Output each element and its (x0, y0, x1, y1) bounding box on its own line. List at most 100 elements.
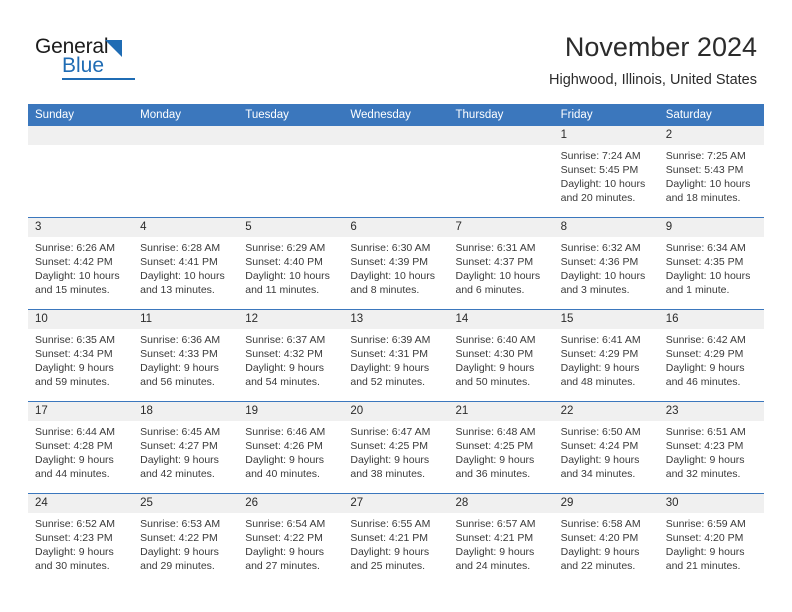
week-detail-band: Sunrise: 6:44 AM Sunset: 4:28 PM Daylight:… (28, 421, 764, 493)
day-cell[interactable]: Sunrise: 6:55 AM Sunset: 4:21 PM Daylight:… (343, 513, 448, 585)
day-number[interactable]: 17 (28, 402, 133, 421)
day-cell[interactable]: Sunrise: 6:42 AM Sunset: 4:29 PM Daylight:… (659, 329, 764, 401)
day-number[interactable]: 7 (449, 218, 554, 237)
day-cell[interactable]: Sunrise: 6:47 AM Sunset: 4:25 PM Daylight:… (343, 421, 448, 493)
day-info-line: Sunrise: 7:24 AM (560, 150, 641, 162)
day-number[interactable]: 27 (343, 494, 448, 513)
day-info-line: Sunset: 4:33 PM (140, 348, 218, 360)
day-info-line: and 1 minute. (665, 284, 730, 296)
day-number[interactable]: 3 (28, 218, 133, 237)
day-info-line: Daylight: 10 hours (455, 270, 541, 282)
weekday-header-tuesday: Tuesday (245, 109, 289, 121)
day-cell[interactable]: Sunrise: 6:58 AM Sunset: 4:20 PM Daylight:… (554, 513, 659, 585)
day-number[interactable]: 16 (659, 310, 764, 329)
day-cell[interactable]: Sunrise: 6:28 AM Sunset: 4:41 PM Daylight:… (133, 237, 238, 309)
day-info-line: Sunset: 4:36 PM (560, 256, 639, 268)
day-number[interactable]: 29 (554, 494, 659, 513)
weekday-header-row: Sunday Monday Tuesday Wednesday Thursday Frid… (28, 104, 764, 126)
logo-text-blue: Blue (62, 54, 105, 77)
day-info-line: and 38 minutes. (350, 468, 426, 480)
day-cell-empty (238, 145, 343, 217)
day-cell[interactable]: Sunrise: 6:39 AM Sunset: 4:31 PM Daylight:… (343, 329, 448, 401)
day-number[interactable]: 26 (238, 494, 343, 513)
day-cell[interactable]: Sunrise: 6:36 AM Sunset: 4:33 PM Daylight:… (133, 329, 238, 401)
day-cell[interactable]: Sunrise: 6:52 AM Sunset: 4:23 PM Daylight:… (28, 513, 133, 585)
day-number[interactable]: 18 (133, 402, 238, 421)
week-date-band: 12 (28, 126, 764, 145)
weekday-header-thursday: Thursday (455, 109, 504, 121)
day-info-line: and 46 minutes. (665, 376, 741, 388)
day-cell[interactable]: Sunrise: 6:57 AM Sunset: 4:21 PM Daylight:… (449, 513, 554, 585)
day-info-line: and 59 minutes. (35, 376, 110, 388)
day-cell[interactable]: Sunrise: 6:44 AM Sunset: 4:28 PM Daylight:… (28, 421, 133, 493)
day-info-line: Sunrise: 6:50 AM (560, 426, 641, 438)
day-cell[interactable]: Sunrise: 6:54 AM Sunset: 4:22 PM Daylight:… (238, 513, 343, 585)
day-info-line: Sunset: 4:26 PM (245, 440, 323, 452)
day-number[interactable]: 19 (238, 402, 343, 421)
day-info-line: Sunrise: 6:29 AM (245, 242, 326, 254)
day-info-line: Sunset: 4:37 PM (455, 256, 534, 268)
day-info-line: Sunrise: 6:46 AM (245, 426, 326, 438)
day-number[interactable]: 10 (28, 310, 133, 329)
day-info-line: Sunrise: 6:42 AM (665, 334, 746, 346)
day-cell[interactable]: Sunrise: 6:37 AM Sunset: 4:32 PM Daylight:… (238, 329, 343, 401)
day-info-line: Daylight: 9 hours (140, 454, 219, 466)
day-number[interactable]: 22 (554, 402, 659, 421)
day-info-line: Daylight: 10 hours (245, 270, 330, 282)
day-number[interactable]: 23 (659, 402, 764, 421)
day-cell[interactable]: Sunrise: 6:26 AM Sunset: 4:42 PM Daylight:… (28, 237, 133, 309)
day-cell[interactable]: Sunrise: 6:31 AM Sunset: 4:37 PM Daylight:… (449, 237, 554, 309)
day-info-line: Daylight: 9 hours (350, 362, 430, 374)
day-cell[interactable]: Sunrise: 6:29 AM Sunset: 4:40 PM Daylight:… (238, 237, 343, 309)
day-number[interactable]: 6 (343, 218, 448, 237)
day-number[interactable]: 13 (343, 310, 448, 329)
day-info-line: Daylight: 9 hours (35, 546, 114, 558)
day-info-line: Sunrise: 6:55 AM (350, 518, 431, 530)
day-number[interactable]: 2 (659, 126, 764, 145)
day-cell[interactable]: Sunrise: 6:53 AM Sunset: 4:22 PM Daylight:… (133, 513, 238, 585)
day-info-line: Sunset: 4:24 PM (560, 440, 639, 452)
day-cell[interactable]: Sunrise: 6:45 AM Sunset: 4:27 PM Daylight:… (133, 421, 238, 493)
day-cell[interactable]: Sunrise: 6:34 AM Sunset: 4:35 PM Daylight:… (659, 237, 764, 309)
day-number[interactable]: 8 (554, 218, 659, 237)
day-number[interactable]: 14 (449, 310, 554, 329)
day-cell[interactable]: Sunrise: 6:41 AM Sunset: 4:29 PM Daylight:… (554, 329, 659, 401)
day-number[interactable]: 20 (343, 402, 448, 421)
general-blue-logo[interactable]: General Blue (35, 36, 165, 80)
day-info-line: and 13 minutes. (140, 284, 215, 296)
day-cell[interactable]: Sunrise: 6:50 AM Sunset: 4:24 PM Daylight:… (554, 421, 659, 493)
day-number[interactable]: 25 (133, 494, 238, 513)
day-cell[interactable]: Sunrise: 6:51 AM Sunset: 4:23 PM Daylight:… (659, 421, 764, 493)
day-number[interactable]: 9 (659, 218, 764, 237)
week-detail-band: Sunrise: 6:52 AM Sunset: 4:23 PM Daylight:… (28, 513, 764, 585)
day-cell[interactable]: Sunrise: 7:24 AM Sunset: 5:45 PM Daylight:… (554, 145, 659, 217)
day-info-line: and 54 minutes. (245, 376, 320, 388)
day-number[interactable]: 5 (238, 218, 343, 237)
day-cell[interactable]: Sunrise: 6:32 AM Sunset: 4:36 PM Daylight:… (554, 237, 659, 309)
day-cell[interactable]: Sunrise: 6:46 AM Sunset: 4:26 PM Daylight:… (238, 421, 343, 493)
day-number[interactable]: 15 (554, 310, 659, 329)
calendar-grid: Sunday Monday Tuesday Wednesday Thursday Frid… (28, 104, 764, 585)
day-number[interactable]: 24 (28, 494, 133, 513)
day-number[interactable]: 21 (449, 402, 554, 421)
day-info-line: Daylight: 10 hours (560, 270, 646, 282)
day-number[interactable]: 28 (449, 494, 554, 513)
day-number[interactable]: 1 (554, 126, 659, 145)
day-number[interactable]: 30 (659, 494, 764, 513)
day-cell[interactable]: Sunrise: 6:40 AM Sunset: 4:30 PM Daylight:… (449, 329, 554, 401)
calendar-week-row: 3 4 5 6 7 8 9 Sunrise: 6:26 AM Sunset: 4:42 PM Da… (28, 217, 764, 309)
day-cell[interactable]: Sunrise: 6:30 AM Sunset: 4:39 PM Daylight:… (343, 237, 448, 309)
day-cell[interactable]: Sunrise: 7:25 AM Sunset: 5:43 PM Daylight:… (659, 145, 764, 217)
title-block: November 2024 Highwood, Illinois, United… (549, 30, 757, 89)
day-info-line: Sunrise: 6:58 AM (560, 518, 641, 530)
day-cell[interactable]: Sunrise: 6:48 AM Sunset: 4:25 PM Daylight:… (449, 421, 554, 493)
day-number[interactable]: 11 (133, 310, 238, 329)
day-number-empty (343, 126, 448, 145)
day-info-line: Sunset: 4:21 PM (350, 532, 429, 544)
day-info-line: and 18 minutes. (665, 192, 741, 204)
day-number[interactable]: 4 (133, 218, 238, 237)
day-info-line: Daylight: 10 hours (665, 178, 751, 190)
day-cell[interactable]: Sunrise: 6:59 AM Sunset: 4:20 PM Daylight:… (659, 513, 764, 585)
day-number[interactable]: 12 (238, 310, 343, 329)
day-cell[interactable]: Sunrise: 6:35 AM Sunset: 4:34 PM Daylight:… (28, 329, 133, 401)
